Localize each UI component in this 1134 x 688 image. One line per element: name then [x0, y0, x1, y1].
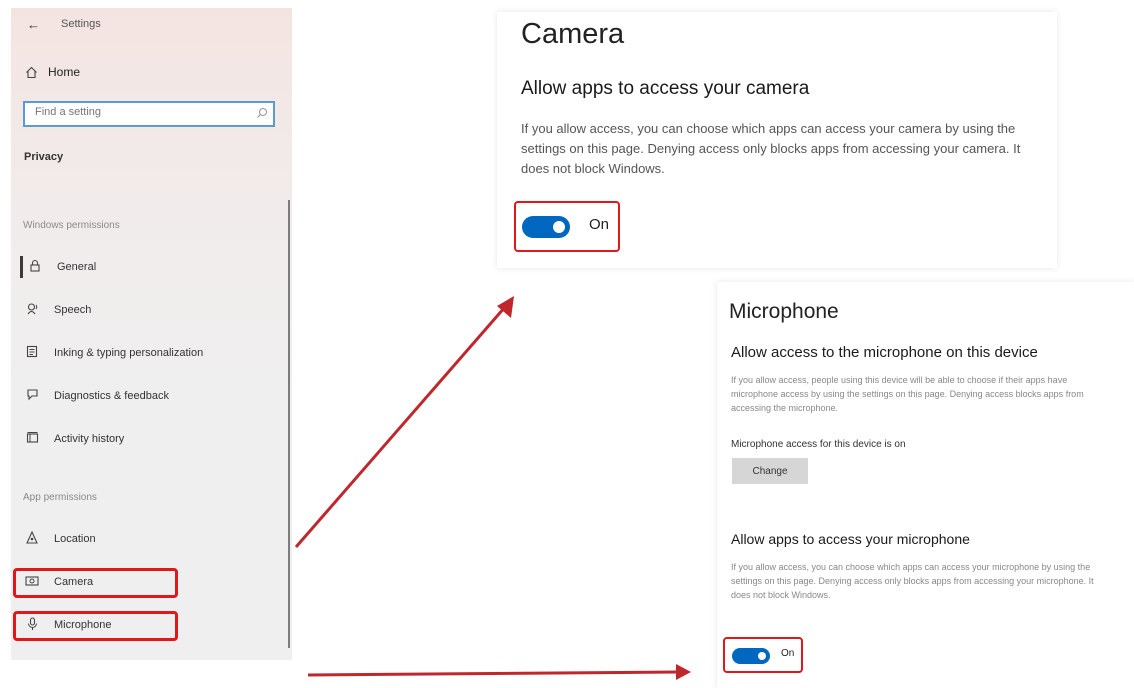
- microphone-arrow: [307, 670, 679, 677]
- microphone-arrowhead: [676, 664, 691, 680]
- annotation-arrows: [294, 296, 691, 680]
- camera-arrow: [294, 306, 507, 548]
